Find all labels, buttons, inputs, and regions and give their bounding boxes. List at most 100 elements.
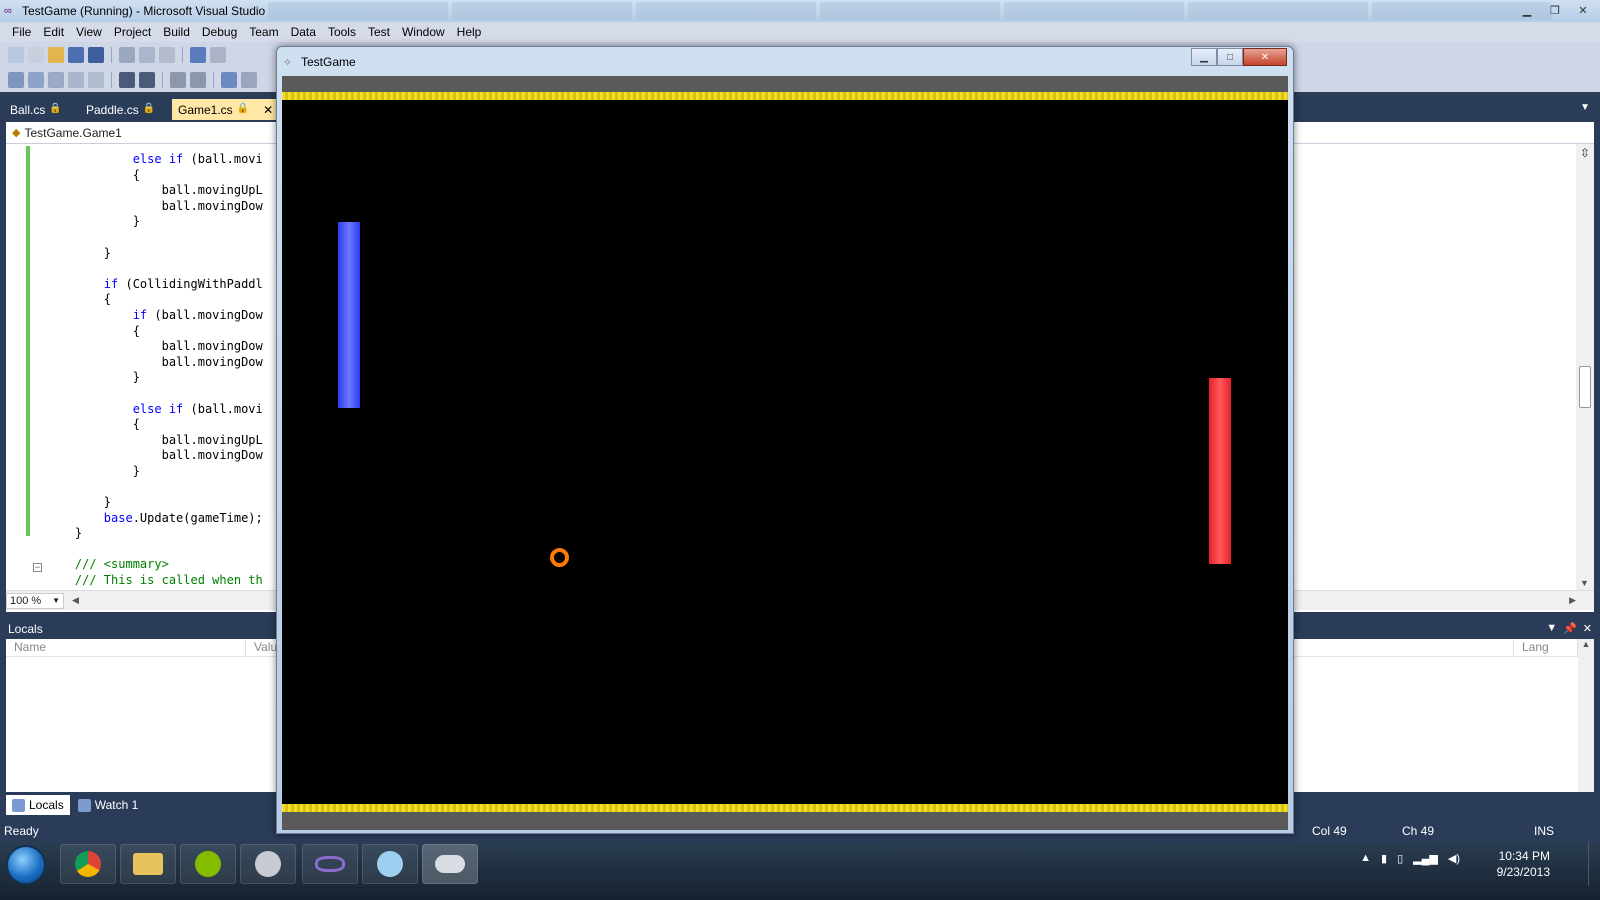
menu-help[interactable]: Help — [451, 25, 488, 39]
paste-icon[interactable] — [159, 46, 175, 63]
tab-label: Game1.cs — [178, 103, 233, 117]
open-file-icon[interactable] — [48, 46, 64, 63]
steam-icon[interactable] — [240, 844, 296, 884]
battery-icon[interactable]: ▯ — [1397, 852, 1403, 865]
menu-edit[interactable]: Edit — [37, 25, 70, 39]
close-icon[interactable]: ✕ — [1583, 622, 1592, 635]
menu-view[interactable]: View — [70, 25, 108, 39]
code-text-segment: } — [103, 245, 112, 260]
code-keyword: base — [103, 510, 133, 525]
save-icon[interactable] — [68, 46, 84, 63]
menu-team[interactable]: Team — [243, 25, 284, 39]
scroll-thumb[interactable] — [1579, 366, 1591, 408]
collapse-icon[interactable]: − — [33, 563, 42, 572]
comment-icon[interactable] — [170, 71, 186, 88]
maximize-icon[interactable]: □ — [1217, 48, 1243, 66]
menu-build[interactable]: Build — [157, 25, 196, 39]
spotify-icon[interactable] — [180, 844, 236, 884]
redo-icon[interactable] — [210, 46, 226, 63]
bookmark-icon[interactable] — [221, 71, 237, 88]
next-bookmark-icon[interactable] — [241, 71, 257, 88]
cut-icon[interactable] — [119, 46, 135, 63]
menu-file[interactable]: File — [6, 25, 37, 39]
visual-studio-icon[interactable] — [302, 844, 358, 884]
split-handle-icon[interactable]: ⇳ — [1578, 146, 1592, 162]
increase-indent-icon[interactable] — [139, 71, 155, 88]
display-word-icon[interactable] — [88, 71, 104, 88]
undo-icon[interactable] — [190, 46, 206, 63]
canvas-bottom-strip — [282, 812, 1288, 830]
game-canvas[interactable] — [282, 76, 1288, 830]
volume-icon[interactable]: ◀) — [1448, 852, 1460, 865]
tab-paddle-cs[interactable]: Paddle.cs 🔒 — [80, 99, 161, 120]
scroll-left-icon[interactable]: ◀ — [72, 595, 79, 606]
close-icon[interactable]: ✕ — [1570, 1, 1596, 19]
menu-data[interactable]: Data — [285, 25, 322, 39]
system-tray: ▲ ▮ ▯ ▂▄▆ ◀) — [1360, 852, 1460, 865]
tab-locals[interactable]: Locals — [6, 795, 70, 815]
status-text: Ready — [4, 824, 39, 838]
chevron-down-icon[interactable]: ▼ — [1580, 102, 1590, 113]
code-line: } — [46, 526, 263, 542]
zoom-dropdown[interactable]: 100 % ▼ — [6, 592, 64, 609]
game-window[interactable]: ✧ TestGame ▁ □ ✕ — [276, 46, 1294, 834]
menu-test[interactable]: Test — [362, 25, 396, 39]
clock[interactable]: 10:34 PM 9/23/2013 — [1497, 848, 1550, 880]
show-desktop-button[interactable] — [1588, 842, 1600, 886]
tab-watch-1[interactable]: Watch 1 — [72, 795, 145, 815]
menu-debug[interactable]: Debug — [196, 25, 243, 39]
explorer-icon[interactable] — [120, 844, 176, 884]
start-button-icon[interactable] — [6, 845, 46, 885]
network-icon[interactable]: ▮ — [1381, 852, 1387, 865]
game-controller-icon[interactable] — [422, 844, 478, 884]
copy-icon[interactable] — [139, 46, 155, 63]
code-line: ball.movingUpL — [46, 433, 263, 449]
menu-window[interactable]: Window — [396, 25, 451, 39]
menu-tools[interactable]: Tools — [322, 25, 362, 39]
editor-vertical-scrollbar[interactable]: ⇳ ▼ — [1576, 144, 1594, 590]
new-project-icon[interactable] — [8, 46, 24, 63]
close-tab-icon[interactable]: ✕ — [263, 103, 273, 120]
decrease-indent-icon[interactable] — [119, 71, 135, 88]
code-comment: /// This is called when th — [74, 573, 263, 588]
locals-vertical-scrollbar[interactable]: ▲ — [1578, 639, 1594, 792]
skype-icon[interactable] — [362, 844, 418, 884]
show-hidden-icons-icon[interactable]: ▲ — [1360, 852, 1371, 865]
locals-icon — [12, 798, 25, 812]
panel-controls: ▼ 📌 ✕ — [1546, 622, 1592, 635]
tab-ball-cs[interactable]: Ball.cs 🔒 — [4, 99, 68, 120]
code-text[interactable]: else if (ball.movi { ball.movingUpL ball… — [46, 152, 263, 589]
maximize-icon[interactable]: ❐ — [1542, 1, 1568, 19]
complete-word-icon[interactable] — [48, 71, 64, 88]
member-list-icon[interactable] — [68, 71, 84, 88]
panel-menu-icon[interactable]: ▼ — [1546, 622, 1557, 635]
code-text-segment: } — [103, 495, 112, 510]
minimize-icon[interactable]: ▁ — [1191, 48, 1217, 66]
quick-info-icon[interactable] — [8, 71, 24, 88]
menu-bar: File Edit View Project Build Debug Team Data Too… — [0, 22, 1600, 42]
parameter-info-icon[interactable] — [28, 71, 44, 88]
lock-icon: 🔒 — [142, 103, 156, 114]
close-icon[interactable]: ✕ — [1243, 48, 1287, 66]
background-tab — [1188, 2, 1368, 20]
status-insert-mode: INS — [1534, 824, 1555, 838]
chrome-icon[interactable] — [60, 844, 116, 884]
tab-game1-cs[interactable]: Game1.cs 🔒 ✕ — [172, 99, 280, 120]
save-all-icon[interactable] — [88, 46, 104, 63]
signal-icon[interactable]: ▂▄▆ — [1413, 852, 1438, 865]
scroll-down-icon[interactable]: ▼ — [1580, 578, 1589, 588]
column-header-language[interactable]: Lang — [1514, 639, 1578, 656]
column-header-name[interactable]: Name — [6, 639, 246, 656]
code-text-segment: .Update(gameTime); — [132, 510, 263, 525]
scroll-right-icon[interactable]: ▶ — [1569, 595, 1576, 606]
uncomment-icon[interactable] — [190, 71, 206, 88]
pin-icon[interactable]: 📌 — [1563, 622, 1577, 635]
code-text-segment: { — [103, 292, 112, 307]
minimize-icon[interactable]: ▁ — [1514, 1, 1540, 19]
add-item-icon[interactable] — [28, 46, 44, 63]
menu-project[interactable]: Project — [108, 25, 157, 39]
